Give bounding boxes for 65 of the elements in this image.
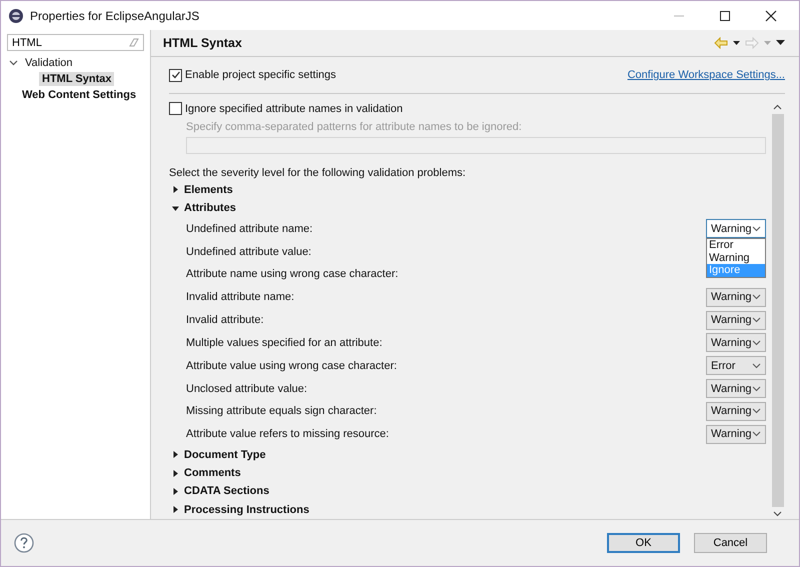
patterns-field[interactable] <box>186 137 766 154</box>
tree-item[interactable]: HTML Syntax <box>39 72 114 86</box>
chevron-down-icon <box>752 408 761 414</box>
chevron-down-icon <box>752 340 761 346</box>
chevron-down-icon <box>752 317 761 324</box>
close-icon[interactable] <box>765 10 777 22</box>
setting-label: Attribute name using wrong case character: <box>186 268 398 280</box>
setting-label: Attribute value using wrong case character: <box>186 360 397 372</box>
scroll-thumb[interactable] <box>772 114 784 507</box>
tree-item[interactable]: Web Content Settings <box>19 88 140 102</box>
collapsed-triangle-icon[interactable] <box>172 506 179 514</box>
window-title: Properties for EclipseAngularJS <box>30 8 200 22</box>
field-hint: Specify comma-separated patterns for attribute names to be ignored: <box>186 121 523 133</box>
setting-label: Unclosed attribute value: <box>186 382 308 395</box>
scrollbar[interactable] <box>770 102 785 519</box>
section-header[interactable]: Comments <box>184 467 241 480</box>
section-header[interactable]: Processing Instructions <box>184 504 310 516</box>
checkbox[interactable] <box>169 68 182 82</box>
dropdown-option[interactable]: Warning <box>707 252 765 264</box>
page-title: HTML Syntax <box>163 36 242 50</box>
scroll-up-icon[interactable] <box>773 104 782 110</box>
chevron-down-icon <box>752 362 761 369</box>
setting-label: Missing attribute equals sign character: <box>186 405 377 418</box>
section-header[interactable]: Attributes <box>184 202 236 214</box>
collapsed-triangle-icon[interactable] <box>172 488 179 495</box>
scroll-down-icon[interactable] <box>773 511 782 517</box>
severity-dropdown[interactable]: Warning <box>706 424 766 444</box>
setting-label: Undefined attribute name: <box>186 222 313 235</box>
dropdown-option[interactable]: Error <box>707 239 765 252</box>
severity-dropdown[interactable]: Warning <box>706 379 766 398</box>
severity-dropdown[interactable]: Warning <box>706 333 766 352</box>
dropdown-caret-icon[interactable] <box>733 40 740 46</box>
chevron-down-icon <box>752 431 761 438</box>
chevron-down-icon <box>752 294 761 300</box>
severity-dropdown[interactable]: Warning <box>706 402 766 421</box>
severity-dropdown[interactable]: Warning <box>706 310 766 330</box>
configure-link[interactable]: Configure Workspace Settings... <box>627 69 785 81</box>
section-header[interactable]: Document Type <box>184 448 266 461</box>
chevron-icon[interactable] <box>9 58 18 67</box>
intro-text: Select the severity level for the following validation problems: <box>169 166 467 181</box>
collapsed-triangle-icon[interactable] <box>172 186 179 194</box>
severity-dropdown[interactable]: Error <box>706 356 766 376</box>
maximize-icon[interactable] <box>719 10 731 22</box>
setting-label: Undefined attribute value: <box>186 246 312 258</box>
setting-label: Multiple values specified for an attribute: <box>186 336 382 349</box>
chevron-down-icon <box>752 386 761 392</box>
setting-label: Invalid attribute: <box>186 314 264 326</box>
dialog-button[interactable]: OK <box>607 533 680 553</box>
tree-item[interactable]: Validation <box>22 56 76 70</box>
section-header[interactable]: CDATA Sections <box>184 485 270 498</box>
app-icon <box>8 8 24 24</box>
checkbox-label[interactable]: Enable project specific settings <box>185 69 336 81</box>
dialog-button[interactable]: Cancel <box>694 533 767 553</box>
setting-label: Invalid attribute name: <box>186 291 294 304</box>
severity-dropdown[interactable]: Warning <box>706 219 766 238</box>
section-header[interactable]: Elements <box>184 184 233 196</box>
setting-label: Attribute value refers to missing resource: <box>186 428 389 440</box>
collapsed-triangle-icon[interactable] <box>172 451 179 458</box>
view-menu-icon[interactable] <box>776 40 785 46</box>
chevron-down-icon <box>752 226 761 232</box>
help-icon[interactable] <box>14 533 34 553</box>
filter-field[interactable]: HTML <box>7 34 144 51</box>
expanded-triangle-icon[interactable] <box>172 204 179 212</box>
collapsed-triangle-icon[interactable] <box>172 470 179 477</box>
severity-dropdown[interactable]: Warning <box>706 288 766 307</box>
